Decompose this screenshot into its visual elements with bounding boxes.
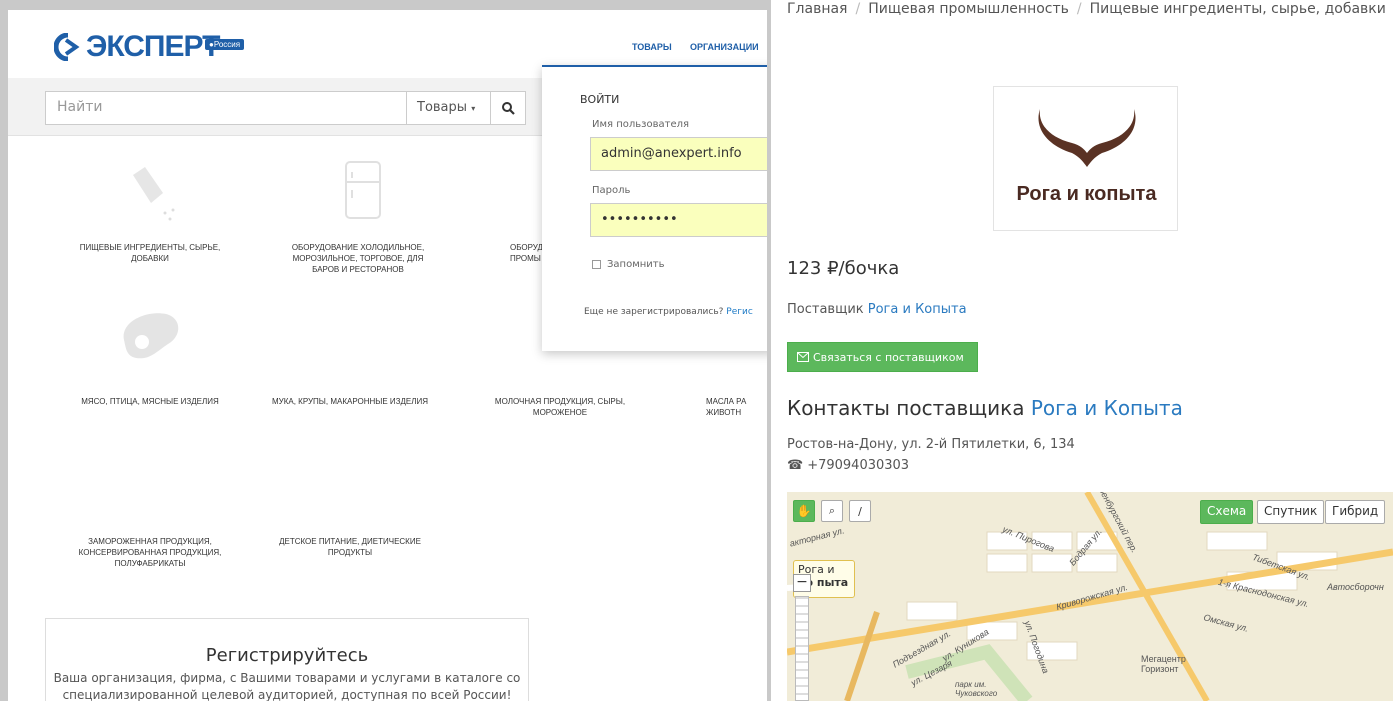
category-equipment-refrigeration[interactable]: ОБОРУДОВАНИЕ ХОЛОДИЛЬНОЕ, МОРОЗИЛЬНОЕ, Т… — [278, 242, 438, 275]
supplier-logo: Рога и копыта — [993, 86, 1178, 231]
category-flour-grains[interactable]: МУКА, КРУПЫ, МАКАРОННЫЕ ИЗДЕЛИЯ — [270, 396, 430, 407]
category-baby-food[interactable]: ДЕТСКОЕ ПИТАНИЕ, ДИЕТИЧЕСКИЕ ПРОДУКТЫ — [270, 536, 430, 558]
checkbox-icon — [592, 260, 601, 269]
register-promo: Регистрируйтесь Ваша организация, фирма,… — [45, 618, 529, 701]
poi-label: Мегацентр Горизонт — [1141, 654, 1186, 674]
ruler-icon: ∕ — [858, 504, 862, 518]
nav-products[interactable]: ТОВАРЫ — [632, 42, 672, 52]
password-label: Пароль — [592, 185, 631, 196]
right-screenshot-panel: Главная / Пищевая промышленность / Пищевые и… — [771, 0, 1397, 701]
contacts-title: Контакты поставщика Рога и Копыта — [787, 396, 1183, 420]
caret-down-icon: ▾ — [471, 104, 476, 113]
username-field[interactable]: admin@anexpert.info — [590, 137, 767, 171]
supplier-link[interactable]: Рога и Копыта — [868, 302, 967, 317]
logo-mark-icon — [53, 32, 84, 62]
fridge-icon — [345, 161, 381, 219]
minus-icon: − — [796, 574, 808, 590]
category-frozen[interactable]: ЗАМОРОЖЕННАЯ ПРОДУКЦИЯ, КОНСЕРВИРОВАННАЯ… — [70, 536, 230, 569]
category-meat[interactable]: МЯСО, ПТИЦА, МЯСНЫЕ ИЗДЕЛИЯ — [70, 396, 230, 407]
left-screenshot-panel: ЭКСПЕРТ ●Россия ТОВАРЫ ОРГАНИЗАЦИИ Найти… — [0, 0, 767, 701]
register-text-1: Ваша организация, фирма, с Вашими товара… — [53, 671, 521, 685]
contact-supplier-button[interactable]: Связаться с поставщиком — [787, 342, 978, 372]
remember-checkbox[interactable]: Запомнить — [592, 259, 665, 270]
hand-icon: ✋ — [796, 504, 812, 518]
phone-icon: ☎ — [787, 458, 804, 473]
username-label: Имя пользователя — [592, 119, 690, 130]
breadcrumb: Главная / Пищевая промышленность / Пищевые и… — [787, 1, 1386, 17]
meat-icon — [123, 313, 179, 359]
zoom-slider[interactable] — [795, 596, 809, 701]
phone-number: +79094030303 — [807, 458, 910, 473]
remember-label: Запомнить — [607, 259, 665, 270]
envelope-icon — [797, 352, 809, 362]
not-registered-text: Еще не зарегистрировались? Регис — [584, 307, 753, 317]
map-type-scheme[interactable]: Схема — [1200, 500, 1254, 524]
zoom-area-button[interactable]: ⌕ — [821, 500, 843, 522]
map-type-hybrid[interactable]: Гибрид — [1325, 500, 1386, 524]
park-label: парк им. Чуковского — [955, 680, 998, 698]
map-type-satellite[interactable]: Спутник — [1257, 500, 1325, 524]
search-scope-dropdown[interactable]: Товары ▾ — [406, 91, 491, 125]
search-icon — [501, 101, 515, 115]
ruler-button[interactable]: ∕ — [849, 500, 871, 522]
register-link[interactable]: Регис — [726, 307, 753, 317]
logo-company-text: Рога и копыта — [1016, 183, 1157, 205]
register-title: Регистрируйтесь — [205, 645, 369, 666]
login-title: ВОЙТИ — [580, 93, 620, 106]
password-field[interactable]: •••••••••• — [590, 203, 767, 237]
contacts-company-link[interactable]: Рога и Копыта — [1031, 396, 1183, 420]
contact-button-label: Связаться с поставщиком — [813, 350, 964, 364]
supplier-map[interactable]: ✋ ⌕ ∕ Схема Спутник Гибрид Рога и ко пыт… — [787, 492, 1393, 701]
breadcrumb-home[interactable]: Главная — [787, 1, 847, 17]
category-dairy[interactable]: МОЛОЧНАЯ ПРОДУКЦИЯ, СЫРЫ, МОРОЖЕНОЕ — [480, 396, 640, 418]
search-scope-label: Товары — [417, 100, 468, 115]
supplier-phone: ☎ +79094030303 — [787, 458, 909, 473]
product-price: 123 ₽/бочка — [787, 258, 900, 279]
zoom-out-button[interactable]: − — [793, 574, 811, 592]
login-dropdown: ВОЙТИ Имя пользователя admin@anexpert.in… — [542, 65, 767, 351]
category-oils[interactable]: МАСЛА РА ЖИВОТН — [706, 396, 767, 418]
site-logo[interactable]: ЭКСПЕРТ — [53, 30, 220, 64]
nav-organizations[interactable]: ОРГАНИЗАЦИИ — [690, 42, 759, 52]
logo-text: ЭКСПЕРТ — [86, 30, 220, 63]
magnifier-icon: ⌕ — [828, 504, 836, 517]
horns-logo-icon — [1038, 109, 1136, 167]
salt-shaker-icon — [133, 167, 175, 221]
register-text-2: специализированной целевой аудиторией, д… — [62, 688, 512, 701]
street-label: Автосборочн — [1327, 582, 1384, 592]
region-badge[interactable]: ●Россия — [205, 39, 245, 50]
supplier-address: Ростов-на-Дону, ул. 2-й Пятилетки, 6, 13… — [787, 437, 1075, 452]
category-industrial-equipment[interactable]: ОБОРУД ПРОМЫ — [458, 242, 548, 264]
breadcrumb-current: Пищевые ингредиенты, сырье, добавки — [1089, 1, 1386, 17]
category-food-ingredients[interactable]: ПИЩЕВЫЕ ИНГРЕДИЕНТЫ, СЫРЬЕ, ДОБАВКИ — [70, 242, 230, 264]
supplier-line: Поставщик Рога и Копыта — [787, 302, 967, 317]
pan-tool-button[interactable]: ✋ — [793, 500, 815, 522]
search-input[interactable]: Найти — [45, 91, 413, 125]
search-button[interactable] — [490, 91, 526, 125]
breadcrumb-food-industry[interactable]: Пищевая промышленность — [868, 1, 1069, 17]
